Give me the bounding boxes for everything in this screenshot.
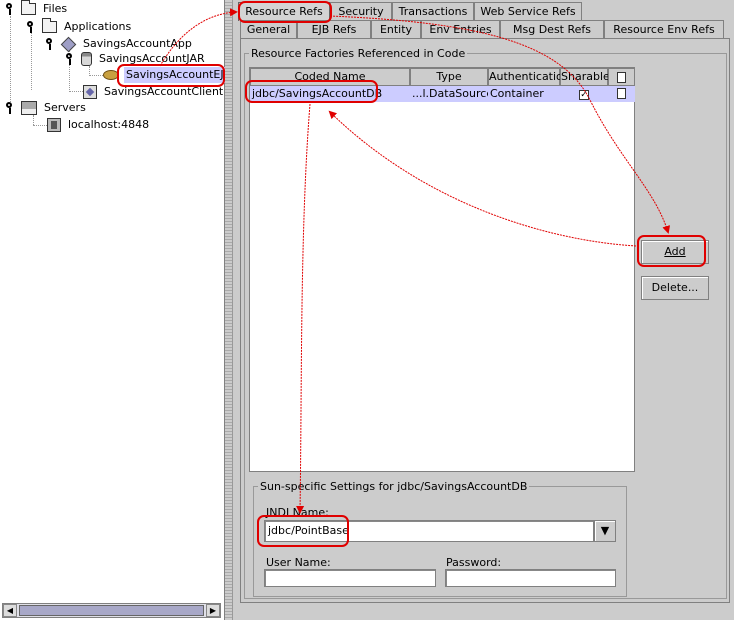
jar-icon — [81, 52, 92, 66]
tab-web-service-refs[interactable]: Web Service Refs — [474, 2, 582, 21]
bean-icon — [103, 70, 119, 80]
expand-key-icon[interactable] — [65, 52, 75, 66]
horizontal-scrollbar[interactable]: ◀ ▶ — [2, 603, 221, 618]
tab-entity[interactable]: Entity — [371, 20, 421, 39]
tree-label: Applications — [64, 20, 132, 33]
host-icon — [47, 118, 61, 132]
table-cell-coded-name[interactable]: jdbc/SavingsAccountDB — [250, 86, 410, 102]
tree-line — [69, 91, 83, 92]
jndi-name-combobox[interactable]: jdbc/PointBase — [264, 520, 594, 542]
tree-label: SavingsAccountApp — [83, 37, 192, 50]
sharable-checkbox[interactable]: ✓ — [579, 90, 589, 100]
expand-key-icon[interactable] — [5, 2, 15, 16]
tree-node-app[interactable]: SavingsAccountApp — [45, 36, 194, 52]
add-button[interactable]: Add — [641, 240, 709, 264]
table-cell-description[interactable] — [608, 86, 635, 102]
tab-msg-dest-refs[interactable]: Msg Dest Refs — [500, 20, 604, 39]
client-icon — [83, 85, 97, 99]
tree-label: SavingsAccountClient — [104, 85, 224, 98]
tree-node-files[interactable]: Files — [5, 0, 69, 17]
table-cell-type[interactable]: ...l.DataSource — [410, 86, 488, 102]
tab-resource-refs[interactable]: Resource Refs — [238, 2, 330, 21]
tab-general[interactable]: General — [240, 20, 297, 39]
scroll-left-icon[interactable]: ◀ — [3, 604, 17, 617]
tree-node-applications[interactable]: Applications — [26, 18, 133, 35]
table-cell-sharable[interactable]: ✓ — [560, 86, 608, 102]
tree-label: localhost:4848 — [68, 118, 150, 131]
tree-label: SavingsAccountJAR — [99, 52, 205, 65]
tree-node-host[interactable]: localhost:4848 — [47, 117, 151, 133]
tree-line — [33, 115, 34, 125]
tree-node-servers[interactable]: Servers — [5, 100, 88, 116]
tree-label-selected: SavingsAccountEJB — [124, 67, 234, 83]
tree-node-client[interactable]: SavingsAccountClient — [83, 84, 225, 100]
column-header-sharable[interactable]: Sharable — [560, 68, 610, 86]
document-icon — [617, 88, 626, 99]
folder-icon — [21, 0, 36, 15]
user-name-label: User Name: — [266, 556, 331, 569]
application-icon — [60, 36, 77, 52]
scroll-thumb[interactable] — [19, 605, 204, 616]
tab-security[interactable]: Security — [330, 2, 392, 21]
table-cell-authentication[interactable]: Container — [488, 86, 560, 102]
user-name-field[interactable] — [264, 569, 436, 587]
chevron-down-icon[interactable]: ▼ — [594, 520, 616, 542]
column-header-coded-name[interactable]: Coded Name — [250, 68, 410, 86]
tab-transactions[interactable]: Transactions — [392, 2, 474, 21]
expand-key-icon[interactable] — [26, 20, 36, 34]
group-title: Sun-specific Settings for jdbc/SavingsAc… — [260, 480, 528, 493]
tab-env-entries[interactable]: Env Entries — [421, 20, 500, 39]
tree-line — [89, 75, 103, 76]
resource-factories-table[interactable]: Coded Name Type Authentication Sharable … — [249, 67, 635, 472]
column-header-authentication[interactable]: Authentication — [488, 68, 570, 86]
tree-label: Servers — [44, 101, 86, 114]
tree-label: Files — [43, 2, 68, 15]
group-title: Resource Factories Referenced in Code — [251, 47, 466, 60]
server-icon — [21, 101, 37, 115]
delete-button[interactable]: Delete... — [641, 276, 709, 300]
column-header-type[interactable]: Type — [410, 68, 488, 86]
tree-node-jar[interactable]: SavingsAccountJAR — [65, 51, 207, 67]
expand-key-icon[interactable] — [5, 101, 15, 115]
tree-line — [31, 32, 32, 90]
expand-key-icon[interactable] — [45, 37, 55, 51]
tree-line — [33, 125, 47, 126]
document-icon — [617, 72, 626, 83]
password-label: Password: — [446, 556, 502, 569]
password-field[interactable] — [445, 569, 616, 587]
folder-icon — [42, 18, 57, 33]
jndi-name-label: JNDI Name: — [266, 506, 329, 519]
tab-ejb-refs[interactable]: EJB Refs — [297, 20, 371, 39]
project-tree[interactable]: Files Applications SavingsAccountApp Sav… — [0, 0, 234, 620]
tree-line — [10, 16, 11, 110]
column-header-description[interactable] — [608, 68, 635, 86]
tab-resource-env-refs[interactable]: Resource Env Refs — [604, 20, 724, 39]
split-pane-divider[interactable] — [225, 0, 233, 620]
tree-node-ejb[interactable]: SavingsAccountEJB — [103, 67, 234, 83]
scroll-right-icon[interactable]: ▶ — [206, 604, 220, 617]
